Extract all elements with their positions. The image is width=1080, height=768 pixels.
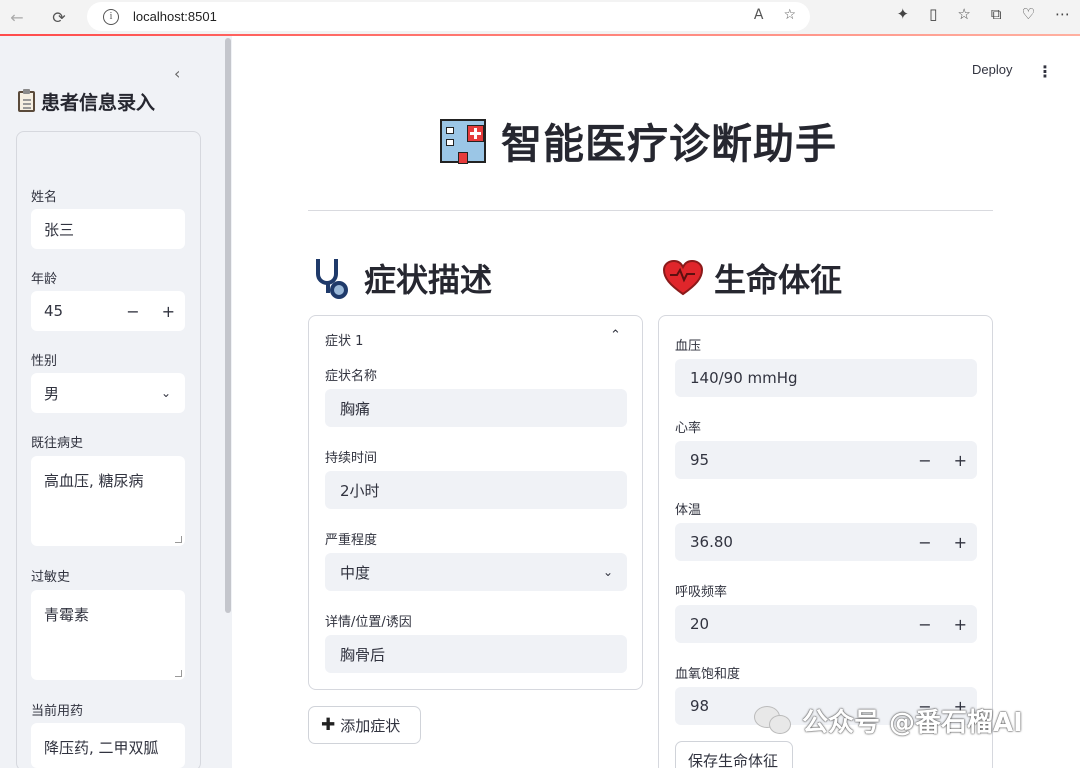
temp-input[interactable]: 36.80 − + bbox=[675, 523, 977, 561]
heart-icon bbox=[662, 259, 704, 297]
save-vitals-button[interactable]: 保存生命体征 bbox=[675, 741, 793, 768]
resp-decrement-button[interactable]: − bbox=[918, 615, 931, 634]
gender-select[interactable]: 男 ⌄ bbox=[31, 373, 185, 413]
collections-icon[interactable]: ⧉ bbox=[991, 5, 1002, 23]
hospital-icon bbox=[439, 115, 487, 165]
age-value: 45 bbox=[44, 302, 64, 320]
resp-input[interactable]: 20 − + bbox=[675, 605, 977, 643]
resize-handle-icon[interactable] bbox=[175, 536, 182, 543]
history-label: 既往病史 bbox=[31, 436, 84, 451]
severity-label: 严重程度 bbox=[325, 533, 378, 548]
resp-value: 20 bbox=[690, 615, 710, 633]
watermark: 公众号 @番石榴AI bbox=[752, 702, 1023, 739]
detail-label: 详情/位置/诱因 bbox=[325, 615, 412, 630]
url-text: localhost:8501 bbox=[133, 9, 217, 24]
age-decrement-button[interactable]: − bbox=[126, 302, 139, 321]
symptom-name-label: 症状名称 bbox=[325, 369, 378, 384]
temp-decrement-button[interactable]: − bbox=[918, 533, 931, 552]
sidebar-title: 患者信息录入 bbox=[18, 88, 155, 115]
hr-value: 95 bbox=[690, 451, 710, 469]
watermark-text: 公众号 @番石榴AI bbox=[802, 708, 1023, 738]
medication-textarea[interactable]: 降压药, 二甲双胍 bbox=[31, 723, 185, 768]
vitals-heading-text: 生命体征 bbox=[714, 261, 843, 299]
allergy-textarea[interactable]: 青霉素 bbox=[31, 590, 185, 680]
name-input[interactable]: 张三 bbox=[31, 209, 185, 249]
symptom-name-value: 胸痛 bbox=[340, 399, 371, 418]
severity-select[interactable]: 中度 ⌄ bbox=[325, 553, 627, 591]
temp-increment-button[interactable]: + bbox=[954, 533, 967, 552]
clipboard-icon bbox=[18, 89, 35, 112]
back-icon[interactable]: ← bbox=[2, 2, 32, 32]
add-symptom-button[interactable]: ✚ 添加症状 bbox=[308, 706, 421, 744]
allergy-label: 过敏史 bbox=[31, 570, 71, 585]
chevron-down-icon: ⌄ bbox=[160, 386, 171, 400]
detail-input[interactable]: 胸骨后 bbox=[325, 635, 627, 673]
health-icon[interactable]: ♡ bbox=[1022, 5, 1035, 23]
detail-value: 胸骨后 bbox=[340, 645, 386, 664]
hr-label: 心率 bbox=[675, 421, 702, 436]
resp-increment-button[interactable]: + bbox=[954, 615, 967, 634]
title-divider bbox=[308, 210, 993, 211]
deploy-button[interactable]: Deploy bbox=[972, 62, 1012, 77]
browser-toolbar: ← ⟳ i localhost:8501 A ☆ ✦ ▯ ☆ ⧉ ♡ ⋯ bbox=[0, 0, 1080, 36]
temp-value: 36.80 bbox=[690, 533, 733, 551]
resize-handle-icon[interactable] bbox=[175, 670, 182, 677]
extensions-icon[interactable]: ✦ bbox=[897, 5, 910, 23]
page-title: 智能医疗诊断助手 bbox=[439, 110, 837, 170]
symptoms-heading: 症状描述 bbox=[312, 255, 492, 301]
sidebar-scrollbar[interactable] bbox=[224, 36, 232, 768]
sidebar-scroll-thumb[interactable] bbox=[225, 38, 231, 613]
age-label: 年龄 bbox=[31, 272, 58, 287]
wechat-icon bbox=[752, 704, 794, 738]
medication-value: 降压药, 二甲双胍 bbox=[44, 739, 159, 757]
bp-label: 血压 bbox=[675, 339, 702, 354]
bp-value: 140/90 mmHg bbox=[690, 369, 798, 387]
history-textarea[interactable]: 高血压, 糖尿病 bbox=[31, 456, 185, 546]
collapse-sidebar-icon[interactable]: ‹ bbox=[174, 64, 180, 83]
symptom-expander-label[interactable]: 症状 1 bbox=[325, 330, 363, 349]
symptoms-heading-text: 症状描述 bbox=[364, 261, 493, 299]
age-increment-button[interactable]: + bbox=[162, 302, 175, 321]
duration-input[interactable]: 2小时 bbox=[325, 471, 627, 509]
gender-value: 男 bbox=[44, 384, 60, 403]
chevron-down-icon: ⌄ bbox=[602, 565, 613, 579]
sidebar-title-text: 患者信息录入 bbox=[41, 92, 156, 114]
page-title-text: 智能医疗诊断助手 bbox=[501, 120, 837, 168]
add-symptom-label: 添加症状 bbox=[340, 716, 401, 735]
gender-label: 性别 bbox=[31, 354, 58, 369]
bp-input[interactable]: 140/90 mmHg bbox=[675, 359, 977, 397]
more-icon[interactable]: ⋯ bbox=[1055, 5, 1070, 23]
symptom-name-input[interactable]: 胸痛 bbox=[325, 389, 627, 427]
favorites-icon[interactable]: ☆ bbox=[957, 5, 970, 23]
resp-label: 呼吸频率 bbox=[675, 585, 728, 600]
hr-decrement-button[interactable]: − bbox=[918, 451, 931, 470]
split-screen-icon[interactable]: ▯ bbox=[929, 5, 937, 23]
duration-label: 持续时间 bbox=[325, 451, 378, 466]
temp-label: 体温 bbox=[675, 503, 702, 518]
address-bar[interactable]: i localhost:8501 A ☆ bbox=[87, 2, 810, 31]
severity-value: 中度 bbox=[340, 563, 371, 582]
name-value: 张三 bbox=[44, 220, 75, 239]
reload-icon[interactable]: ⟳ bbox=[44, 2, 74, 32]
hr-increment-button[interactable]: + bbox=[954, 451, 967, 470]
read-aloud-icon[interactable]: A bbox=[754, 7, 764, 23]
plus-icon: ✚ bbox=[321, 715, 336, 735]
age-input[interactable]: 45 − + bbox=[31, 291, 185, 331]
hr-input[interactable]: 95 − + bbox=[675, 441, 977, 479]
history-value: 高血压, 糖尿病 bbox=[44, 472, 144, 490]
duration-value: 2小时 bbox=[340, 481, 380, 500]
spo2-value: 98 bbox=[690, 697, 710, 715]
allergy-value: 青霉素 bbox=[44, 606, 90, 624]
site-info-icon[interactable]: i bbox=[103, 8, 119, 25]
vitals-heading: 生命体征 bbox=[662, 255, 842, 301]
medication-label: 当前用药 bbox=[31, 704, 84, 719]
spo2-label: 血氧饱和度 bbox=[675, 667, 741, 682]
stethoscope-icon bbox=[312, 257, 354, 299]
favorite-star-icon[interactable]: ☆ bbox=[783, 7, 796, 23]
vertical-dots-icon[interactable]: ⋮ bbox=[1037, 62, 1053, 81]
chevron-up-icon[interactable]: ⌃ bbox=[610, 328, 621, 343]
save-vitals-label: 保存生命体征 bbox=[688, 751, 779, 768]
name-label: 姓名 bbox=[31, 190, 58, 205]
